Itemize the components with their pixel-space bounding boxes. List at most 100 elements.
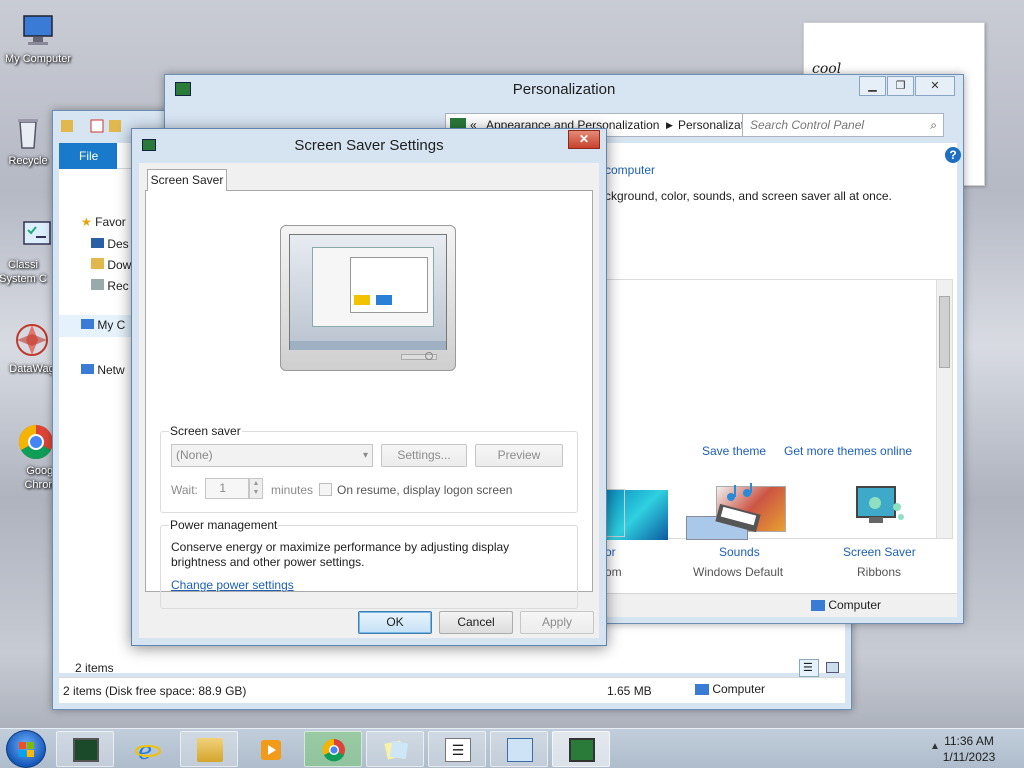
status-location: Computer — [811, 598, 881, 612]
task-manager-icon — [73, 738, 99, 762]
preview-button[interactable]: Preview — [475, 444, 563, 467]
apply-button[interactable]: Apply — [520, 611, 594, 634]
control-panel-icon — [16, 216, 56, 256]
computer-icon — [18, 10, 58, 50]
settings-button[interactable]: Settings... — [381, 444, 467, 467]
resume-logon-checkbox[interactable] — [319, 483, 332, 496]
dialog-title: Screen Saver Settings — [294, 137, 444, 154]
get-more-themes-link[interactable]: Get more themes online — [784, 444, 912, 458]
wait-spinner[interactable]: ▲ ▼ — [249, 478, 263, 499]
minimize-icon: ▁ — [868, 80, 877, 92]
taskbar-notepad[interactable]: ☰ — [428, 731, 486, 767]
close-button[interactable]: ✕ — [915, 76, 955, 96]
screen-saver-group-label: Screen saver — [169, 424, 242, 438]
details-view-button[interactable]: ☰ — [799, 659, 819, 677]
power-description: Conserve energy or maximize performance … — [171, 540, 510, 569]
chrome-icon — [16, 422, 56, 462]
clock-time: 11:36 AM — [944, 734, 994, 748]
desktop-icon-label: My Computer — [4, 53, 72, 65]
power-management-group-label: Power management — [169, 518, 279, 532]
computer-small-icon — [81, 319, 94, 329]
recent-places-icon — [91, 279, 104, 290]
folder-icon — [91, 258, 104, 269]
folder-icon — [197, 738, 223, 762]
save-theme-link[interactable]: Save theme — [702, 444, 766, 458]
themes-scrollbar[interactable] — [936, 280, 952, 538]
computer-link[interactable]: computer — [605, 163, 655, 177]
taskbar-media-player[interactable] — [242, 731, 300, 767]
sticky-notes-icon — [383, 738, 409, 762]
desktop-icon — [91, 238, 104, 248]
wait-label: Wait: — [171, 483, 198, 497]
taskbar-control-panel[interactable] — [490, 731, 548, 767]
nav-network[interactable]: Netw — [81, 363, 125, 377]
wait-minutes-input[interactable]: 1 — [205, 478, 249, 499]
desktop-icon-my-computer[interactable]: My Computer — [0, 10, 76, 66]
large-icons-view-button[interactable] — [823, 659, 843, 677]
change-power-settings-link[interactable]: Change power settings — [171, 578, 294, 592]
taskbar-file-explorer[interactable] — [180, 731, 238, 767]
nav-downloads[interactable]: Dow — [91, 258, 131, 272]
scrollbar-thumb[interactable] — [939, 296, 950, 368]
taskbar-sticky-notes[interactable] — [366, 731, 424, 767]
desktop-background-thumbnail[interactable] — [605, 489, 625, 537]
nav-favorites[interactable]: ★ Favor — [81, 215, 126, 229]
minimize-button[interactable]: ▁ — [859, 76, 886, 96]
star-icon: ★ — [81, 215, 92, 229]
clock-date: 1/11/2023 — [942, 750, 996, 764]
chrome-icon — [321, 738, 347, 762]
search-input[interactable]: Search Control Panel ⌕ — [742, 113, 944, 137]
datawag-icon — [12, 320, 52, 360]
taskbar-personalization[interactable] — [552, 731, 610, 767]
preview-screen — [289, 234, 447, 350]
taskbar-internet-explorer[interactable]: e — [118, 731, 176, 767]
large-icons-view-icon — [826, 662, 839, 673]
ok-button[interactable]: OK — [358, 611, 432, 634]
media-player-icon — [259, 738, 285, 762]
sounds-value: Windows Default — [693, 565, 784, 579]
chevron-down-icon: ▾ — [362, 450, 368, 461]
taskbar-task-manager[interactable] — [56, 731, 114, 767]
screen-saver-label[interactable]: Screen Saver — [843, 545, 916, 559]
screen-saver-select[interactable]: (None) ▾ — [171, 444, 373, 467]
power-icon — [425, 352, 433, 360]
sounds-label[interactable]: Sounds — [719, 545, 760, 559]
screen-saver-value: Ribbons — [857, 565, 902, 579]
start-button[interactable] — [6, 730, 46, 768]
file-tab[interactable]: File — [59, 143, 117, 169]
details-view-icon: ☰ — [803, 662, 813, 674]
maximize-icon: ❐ — [895, 80, 906, 92]
nav-my-computer[interactable]: My C — [59, 315, 139, 337]
taskbar-clock[interactable]: 11:36 AM 1/11/2023 — [934, 733, 1004, 765]
nav-recent[interactable]: Rec — [91, 279, 129, 293]
sounds-icon[interactable] — [709, 483, 769, 539]
power-management-group: Power management Conserve energy or maxi… — [160, 518, 578, 609]
screen-saver-dialog[interactable]: Screen Saver Settings ✕ Screen Saver Scr… — [131, 128, 607, 646]
screen-saver-group: Screen saver (None) ▾ Settings... Previe… — [160, 424, 578, 513]
breadcrumb-separator-icon: ▶ — [666, 120, 673, 130]
list-icon: ☰ — [445, 738, 471, 762]
resume-logon-label[interactable]: On resume, display logon screen — [337, 483, 512, 497]
status-location: Computer — [695, 682, 765, 696]
close-icon: ✕ — [578, 132, 590, 146]
personalization-title: Personalization — [512, 81, 616, 98]
internet-explorer-icon: e — [135, 737, 161, 765]
maximize-button[interactable]: ❐ — [887, 76, 914, 96]
minutes-label: minutes — [271, 483, 314, 497]
taskbar: e ☰ ▲ 11:36 AM 1/11/2023 — [0, 728, 1024, 768]
computer-small-icon — [811, 600, 825, 612]
personalization-description: ckground, color, sounds, and screen save… — [605, 189, 892, 203]
cancel-button[interactable]: Cancel — [439, 611, 513, 634]
spin-down-icon[interactable]: ▼ — [253, 489, 260, 496]
svg-text:e: e — [138, 738, 152, 762]
color-sub-partial: om — [605, 565, 622, 579]
taskbar-chrome[interactable] — [304, 731, 362, 767]
screen-saver-icon[interactable] — [851, 483, 907, 539]
tab-screen-saver[interactable]: Screen Saver — [147, 169, 227, 191]
dialog-client: Screen Saver Screen saver (None) ▾ Setti… — [139, 163, 599, 638]
help-icon[interactable]: ? — [945, 147, 961, 163]
tab-panel: Screen saver (None) ▾ Settings... Previe… — [145, 190, 593, 609]
spin-up-icon[interactable]: ▲ — [253, 480, 260, 487]
dialog-close-button[interactable]: ✕ — [568, 130, 600, 149]
nav-desktop[interactable]: Des — [91, 237, 129, 251]
